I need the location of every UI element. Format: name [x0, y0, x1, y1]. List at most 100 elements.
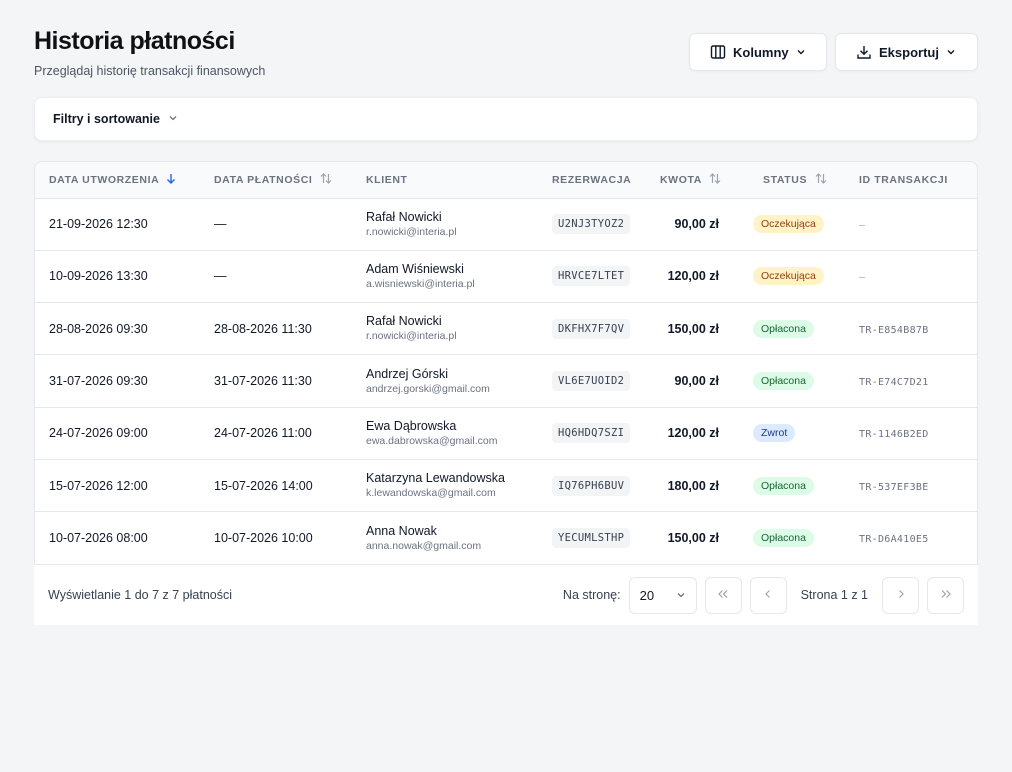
- client-cell: Rafał Nowicki r.nowicki@interia.pl: [352, 198, 538, 250]
- reservation-code: IQ76PH6BUV: [552, 475, 631, 496]
- client-email: ewa.dabrowska@gmail.com: [366, 434, 498, 447]
- client-name: Rafał Nowicki: [366, 209, 442, 224]
- status-badge: Zwrot: [753, 424, 796, 443]
- column-header-amount[interactable]: KWOTA: [646, 162, 741, 199]
- transaction-id: TR-E854B87B: [859, 324, 929, 336]
- client-name: Andrzej Górski: [366, 366, 448, 381]
- chevron-left-icon: [763, 586, 773, 604]
- created-date-cell: 10-07-2026 08:00: [49, 531, 148, 546]
- amount-cell: 90,00 zł: [674, 217, 719, 232]
- reservation-code: U2NJ3TYOZ2: [552, 214, 631, 235]
- columns-icon: [710, 44, 726, 60]
- filters-toggle[interactable]: Filtry i sortowanie: [53, 112, 178, 126]
- client-name: Ewa Dąbrowska: [366, 418, 457, 433]
- column-header-reservation: REZERWACJA: [538, 162, 646, 199]
- table-row[interactable]: 10-07-2026 08:00 10-07-2026 10:00 Anna Now…: [35, 512, 977, 564]
- amount-cell: 90,00 zł: [674, 374, 719, 389]
- title-block: Historia płatności Przeglądaj historię t…: [34, 26, 265, 78]
- page-title: Historia płatności: [34, 27, 235, 55]
- paid-date-cell: 31-07-2026 11:30: [214, 374, 312, 389]
- chevrons-left-icon: [717, 586, 729, 604]
- status-badge: Oczekująca: [753, 267, 824, 286]
- columns-button-label: Kolumny: [733, 44, 789, 60]
- chevrons-right-icon: [940, 586, 952, 604]
- export-button-label: Eksportuj: [879, 44, 939, 60]
- client-cell: Adam Wiśniewski a.wisniewski@interia.pl: [352, 250, 538, 302]
- status-badge: Opłacona: [753, 476, 814, 495]
- paid-date-cell: 28-08-2026 11:30: [214, 321, 312, 336]
- status-badge: Oczekująca: [753, 215, 824, 234]
- previous-page-button[interactable]: [749, 576, 787, 614]
- export-button[interactable]: Eksportuj: [835, 33, 978, 71]
- amount-cell: 150,00 zł: [667, 531, 719, 546]
- amount-cell: 120,00 zł: [667, 269, 719, 284]
- column-header-paid[interactable]: DATA PŁATNOŚCI: [200, 162, 352, 199]
- table-row[interactable]: 21-09-2026 12:30 — Rafał Nowicki r.nowicki@…: [35, 198, 977, 251]
- transaction-id-cell: TR-D6A410E5: [845, 512, 977, 564]
- status-cell: Opłacona: [741, 512, 845, 564]
- status-cell: Zwrot: [741, 407, 845, 459]
- chevron-right-icon: [896, 586, 906, 604]
- status-cell: Opłacona: [741, 355, 845, 407]
- reservation-code: VL6E7UOID2: [552, 371, 631, 392]
- client-email: anna.nowak@gmail.com: [366, 539, 482, 552]
- per-page-value: 20: [639, 587, 655, 603]
- created-date-cell: 10-09-2026 13:30: [49, 269, 148, 284]
- payments-table-card: DATA UTWORZENIA DATA PŁATNOŚCI KLIENT RE…: [34, 161, 978, 566]
- client-email: k.lewandowska@gmail.com: [366, 487, 496, 500]
- payments-table: DATA UTWORZENIA DATA PŁATNOŚCI KLIENT RE…: [35, 162, 977, 564]
- table-header-row: DATA UTWORZENIA DATA PŁATNOŚCI KLIENT RE…: [35, 162, 977, 199]
- client-cell: Katarzyna Lewandowska k.lewandowska@gmail…: [352, 459, 538, 511]
- transaction-id-cell: TR-537EF3BE: [845, 459, 977, 511]
- column-header-status[interactable]: STATUS: [741, 162, 845, 199]
- status-cell: Oczekująca: [741, 250, 845, 302]
- paid-date-cell: —: [214, 217, 227, 232]
- first-page-button[interactable]: [704, 576, 742, 614]
- page-indicator: Strona 1 z 1: [800, 588, 868, 603]
- per-page-select[interactable]: 20: [628, 576, 697, 614]
- table-row[interactable]: 10-09-2026 13:30 — Adam Wiśniewski a.wisnie…: [35, 250, 977, 303]
- page-subtitle: Przeglądaj historię transakcji finansowy…: [34, 64, 266, 78]
- paid-date-cell: 15-07-2026 14:00: [214, 478, 313, 493]
- table-row[interactable]: 31-07-2026 09:30 31-07-2026 11:30 Andrzej …: [35, 355, 977, 408]
- table-row[interactable]: 28-08-2026 09:30 28-08-2026 11:30 Rafał No…: [35, 303, 977, 355]
- next-page-button[interactable]: [882, 576, 919, 614]
- transaction-id: TR-1146B2ED: [859, 429, 929, 441]
- created-date-cell: 31-07-2026 09:30: [49, 374, 148, 389]
- columns-button[interactable]: Kolumny: [689, 33, 827, 71]
- created-date-cell: 21-09-2026 12:30: [49, 217, 148, 232]
- column-header-client: KLIENT: [352, 162, 538, 199]
- sort-icon: [709, 172, 721, 187]
- table-row[interactable]: 24-07-2026 09:00 24-07-2026 11:00 Ewa Dąbr…: [35, 407, 977, 460]
- reservation-code: YECUMLSTHP: [552, 528, 631, 549]
- table-row[interactable]: 15-07-2026 12:00 15-07-2026 14:00 Katarzyn…: [35, 459, 977, 512]
- table-body: 21-09-2026 12:30 — Rafał Nowicki r.nowicki@…: [35, 198, 977, 564]
- arrow-down-icon: [166, 173, 176, 187]
- status-cell: Oczekująca: [741, 198, 845, 250]
- pagination: Na stronę: 20 Strona 1 z 1: [563, 576, 964, 614]
- transaction-id-cell: TR-E854B87B: [845, 303, 977, 355]
- client-email: a.wisniewski@interia.pl: [366, 277, 475, 290]
- client-cell: Anna Nowak anna.nowak@gmail.com: [352, 512, 538, 564]
- reservation-cell: U2NJ3TYOZ2: [538, 198, 646, 250]
- chevron-down-icon: [796, 47, 806, 57]
- chevron-down-icon: [676, 588, 686, 603]
- status-cell: Opłacona: [741, 303, 845, 355]
- transaction-id: TR-D6A410E5: [859, 534, 929, 546]
- client-cell: Andrzej Górski andrzej.gorski@gmail.com: [352, 355, 538, 407]
- client-name: Adam Wiśniewski: [366, 261, 464, 276]
- column-header-created[interactable]: DATA UTWORZENIA: [35, 162, 200, 199]
- created-date-cell: 15-07-2026 12:00: [49, 478, 148, 493]
- transaction-id-cell: TR-E74C7D21: [845, 355, 977, 407]
- payment-history-page: Historia płatności Przeglądaj historię t…: [0, 0, 1012, 772]
- transaction-id: TR-E74C7D21: [859, 377, 929, 389]
- last-page-button[interactable]: [927, 576, 964, 614]
- chevron-down-icon: [168, 112, 178, 126]
- table-footer: Wyświetlanie 1 do 7 z 7 płatności Na str…: [34, 565, 978, 626]
- reservation-code: DKFHX7F7QV: [552, 318, 631, 339]
- transaction-id: TR-537EF3BE: [859, 481, 929, 493]
- status-cell: Opłacona: [741, 459, 845, 511]
- filter-bar: Filtry i sortowanie: [34, 97, 978, 141]
- client-email: andrzej.gorski@gmail.com: [366, 382, 490, 395]
- transaction-id: —: [859, 220, 866, 232]
